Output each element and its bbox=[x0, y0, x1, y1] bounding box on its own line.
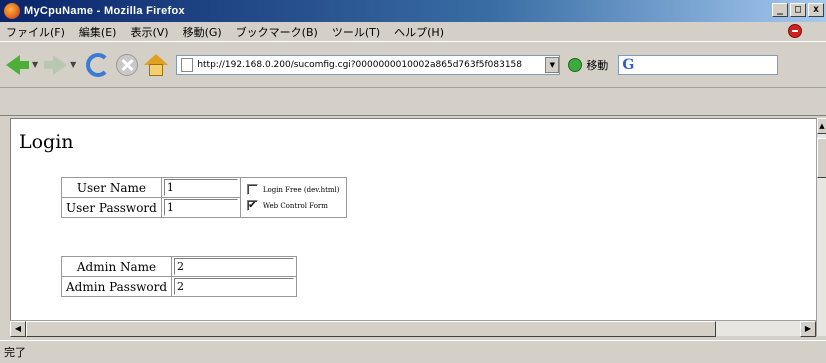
back-dropdown-icon[interactable]: ▼ bbox=[32, 60, 38, 69]
menu-file[interactable]: ファイル(F) bbox=[6, 24, 65, 40]
menu-bar: ファイル(F) 編集(E) 表示(V) 移動(G) ブックマーク(B) ツール(… bbox=[0, 22, 826, 42]
search-input[interactable]: G bbox=[618, 54, 779, 75]
navigation-toolbar: ▼ ▼ http://192.168.0.200/sucomfig.cgi?00… bbox=[0, 42, 826, 88]
menu-view[interactable]: 表示(V) bbox=[130, 24, 168, 40]
vertical-scroll-thumb[interactable] bbox=[817, 138, 826, 178]
bookmarks-toolbar bbox=[0, 88, 826, 116]
options-cell: Login Free (dev.html) ✔ Web Control Form bbox=[239, 177, 347, 218]
home-icon[interactable] bbox=[144, 53, 169, 76]
menu-bookmarks[interactable]: ブックマーク(B) bbox=[236, 24, 318, 40]
url-text[interactable]: http://192.168.0.200/sucomfig.cgi?000000… bbox=[197, 60, 541, 70]
reload-icon[interactable] bbox=[86, 52, 111, 77]
user-name-input[interactable] bbox=[163, 179, 238, 196]
url-dropdown-icon[interactable]: ▼ bbox=[545, 56, 560, 73]
admin-password-label: Admin Password bbox=[60, 276, 173, 297]
admin-login-form: Admin Name Admin Password bbox=[60, 256, 298, 297]
admin-password-input[interactable] bbox=[174, 278, 295, 295]
maximize-button[interactable]: □ bbox=[790, 3, 806, 17]
back-arrow-tail bbox=[19, 60, 29, 69]
horizontal-scrollbar[interactable]: ◀ ▶ bbox=[10, 320, 816, 337]
page-content: Login User Name Login Free (dev.html) ✔ … bbox=[10, 118, 816, 336]
user-login-form: User Name Login Free (dev.html) ✔ Web Co… bbox=[61, 177, 347, 218]
google-search-icon: G bbox=[622, 56, 635, 73]
user-name-cell bbox=[160, 177, 241, 198]
window-controls: _ □ x bbox=[772, 3, 824, 17]
home-body bbox=[149, 63, 164, 76]
web-control-checkbox[interactable]: ✔ bbox=[246, 200, 258, 211]
web-control-option: ✔ Web Control Form bbox=[246, 198, 340, 214]
login-free-option: Login Free (dev.html) bbox=[246, 182, 340, 198]
admin-name-label: Admin Name bbox=[60, 256, 173, 277]
page-title: Login bbox=[19, 131, 74, 153]
menu-tools[interactable]: ツール(T) bbox=[332, 24, 380, 40]
status-text: 完了 bbox=[4, 346, 26, 359]
menu-go[interactable]: 移動(G) bbox=[183, 24, 222, 40]
close-button[interactable]: x bbox=[808, 3, 824, 17]
user-name-label: User Name bbox=[61, 177, 162, 198]
throbber-icon bbox=[788, 24, 802, 38]
user-password-input[interactable] bbox=[163, 199, 238, 216]
title-bar: MyCpuName - Mozilla Firefox _ □ x bbox=[0, 0, 826, 22]
scroll-up-icon[interactable]: ▲ bbox=[817, 118, 826, 134]
menu-edit[interactable]: 編集(E) bbox=[79, 24, 117, 40]
forward-button[interactable]: ▼ bbox=[44, 54, 76, 75]
firefox-icon bbox=[4, 3, 20, 19]
admin-name-row: Admin Name bbox=[60, 256, 298, 277]
back-arrow-icon bbox=[6, 54, 20, 75]
user-password-cell bbox=[160, 197, 241, 218]
horizontal-scroll-thumb[interactable] bbox=[26, 321, 716, 337]
admin-name-cell bbox=[171, 256, 298, 277]
vertical-scrollbar[interactable]: ▲ bbox=[816, 118, 826, 336]
page-icon bbox=[181, 57, 194, 72]
login-free-checkbox[interactable] bbox=[246, 184, 258, 195]
login-free-label: Login Free (dev.html) bbox=[262, 185, 340, 194]
user-name-row: User Name Login Free (dev.html) ✔ Web Co… bbox=[61, 177, 347, 218]
web-control-label: Web Control Form bbox=[262, 201, 328, 210]
status-bar: 完了 bbox=[0, 340, 826, 363]
window-title: MyCpuName - Mozilla Firefox bbox=[24, 5, 185, 17]
admin-password-cell bbox=[171, 276, 298, 297]
admin-password-row: Admin Password bbox=[60, 276, 298, 297]
go-icon[interactable] bbox=[568, 57, 583, 72]
scroll-left-icon[interactable]: ◀ bbox=[10, 321, 26, 337]
back-button[interactable]: ▼ bbox=[6, 54, 38, 75]
scroll-right-icon[interactable]: ▶ bbox=[800, 321, 816, 337]
url-bar[interactable]: http://192.168.0.200/sucomfig.cgi?000000… bbox=[176, 54, 561, 75]
go-button[interactable]: 移動 bbox=[586, 57, 608, 73]
user-password-label: User Password bbox=[61, 197, 162, 218]
forward-arrow-icon bbox=[53, 54, 68, 75]
forward-dropdown-icon[interactable]: ▼ bbox=[70, 60, 76, 69]
admin-name-input[interactable] bbox=[174, 258, 295, 275]
menu-help[interactable]: ヘルプ(H) bbox=[394, 24, 444, 40]
stop-icon[interactable] bbox=[116, 53, 139, 76]
minimize-button[interactable]: _ bbox=[772, 3, 788, 17]
